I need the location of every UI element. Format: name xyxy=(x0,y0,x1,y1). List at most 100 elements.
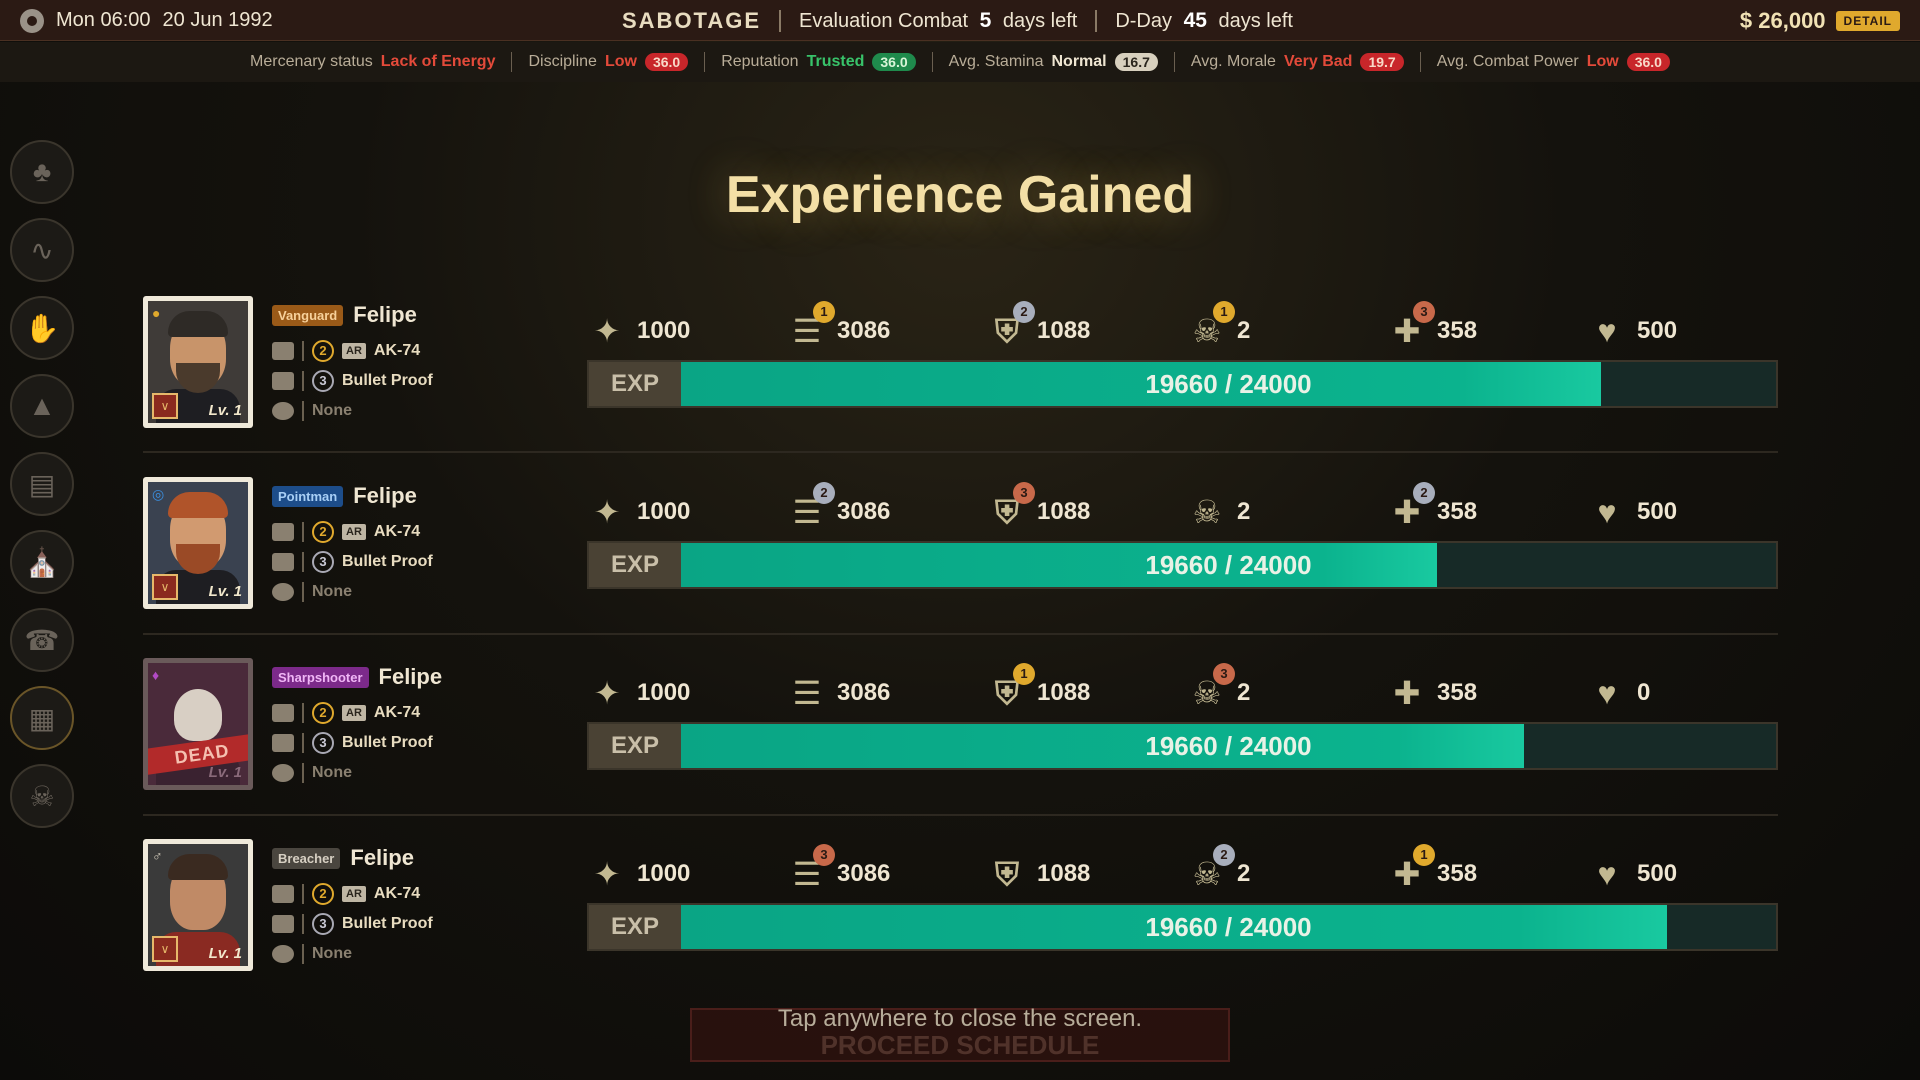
skull-crossbones-icon[interactable]: ☠ xyxy=(10,764,74,828)
crosshair-icon: ✦ xyxy=(593,856,621,892)
combat-power-status: Avg. Combat Power Low 36.0 xyxy=(1437,53,1670,71)
stamina-badge: 16.7 xyxy=(1114,53,1158,71)
bullets-icon: ☰ xyxy=(792,675,822,711)
close-hint[interactable]: Tap anywhere to close the screen. xyxy=(0,1005,1920,1033)
weapon-slot[interactable]: 2 AR AK-74 xyxy=(272,879,433,909)
stat-health: ♥ 500 xyxy=(1587,306,1678,356)
stat-defense: ⛨ 3 1088 xyxy=(987,482,1091,537)
reputation-label: Reputation xyxy=(721,53,799,70)
radio-icon[interactable]: ☎ xyxy=(10,608,74,672)
merc-stats: ✦ 1000 ☰ 1 3086 ⛨ 2 1088 ☠ 1 2 ✚ 3 358 ♥ 500 xyxy=(587,301,1778,356)
portrait-image: ♂ ∨ Lv. 1 xyxy=(148,844,248,966)
merc-row[interactable]: ♂ ∨ Lv. 1 Breacher Felipe 2 AR AK-74 3 B… xyxy=(143,839,1778,1019)
exp-bar: EXP 19660 / 24000 xyxy=(587,360,1778,408)
stat-value: 500 xyxy=(1637,498,1678,525)
merc-name: Felipe xyxy=(378,664,443,689)
merc-stats: ✦ 1000 ☰ 3 3086 ⛨ 1088 ☠ 2 2 ✚ 1 358 ♥ 500 xyxy=(587,844,1778,899)
armor-grade: 3 xyxy=(312,913,334,935)
accessory-slot[interactable]: None xyxy=(272,939,433,969)
merc-level: Lv. 1 xyxy=(208,402,242,419)
exp-bar: EXP 19660 / 24000 xyxy=(587,722,1778,770)
stat-value: 1088 xyxy=(1037,498,1091,525)
evaluation-suffix: days left xyxy=(1002,9,1078,32)
grenade-icon xyxy=(272,583,294,601)
merc-name: Felipe xyxy=(353,483,417,508)
accessory-slot[interactable]: None xyxy=(272,577,433,607)
weapon-grade: 2 xyxy=(312,883,334,905)
merc-portrait[interactable]: ● ∨ Lv. 1 xyxy=(143,296,253,428)
weapon-slot[interactable]: 2 AR AK-74 xyxy=(272,336,433,366)
stat-value: 358 xyxy=(1437,860,1478,887)
merc-row[interactable]: ◎ ∨ Lv. 1 Pointman Felipe 2 AR AK-74 3 B… xyxy=(143,477,1778,657)
dday-countdown: D-Day 45 days left xyxy=(1115,9,1293,33)
merc-portrait[interactable]: ♂ ∨ Lv. 1 xyxy=(143,839,253,971)
role-tag: Pointman xyxy=(272,485,344,507)
settings-gear-icon[interactable] xyxy=(20,8,44,33)
skull-icon: ☠ 3 xyxy=(1187,663,1235,713)
role-tag: Breacher xyxy=(272,847,341,869)
divider xyxy=(302,733,304,753)
armor-slot[interactable]: 3 Bullet Proof xyxy=(272,366,433,396)
top-bar: Mon 06:00 20 Jun 1992 SABOTAGE Evaluatio… xyxy=(0,0,1920,41)
page-title: Experience Gained xyxy=(725,166,1195,224)
medal-badge: 1 xyxy=(1413,844,1435,866)
mission-name: SABOTAGE xyxy=(622,7,762,33)
merc-stats: ✦ 1000 ☰ 3086 ⛨ 1 1088 ☠ 3 2 ✚ 358 ♥ 0 xyxy=(587,663,1778,718)
armor-slot[interactable]: 3 Bullet Proof xyxy=(272,547,433,577)
medkit-icon: ✚ 1 xyxy=(1387,844,1435,894)
handshake-icon[interactable]: ✋ xyxy=(10,296,74,360)
documents-icon[interactable]: ▦ xyxy=(10,686,74,750)
weapon-slot[interactable]: 2 AR AK-74 xyxy=(272,698,442,728)
weapon-name: AK-74 xyxy=(373,885,421,902)
stat-health: ♥ 500 xyxy=(1587,849,1678,899)
detail-button[interactable]: DETAIL xyxy=(1835,10,1900,31)
merc-row[interactable]: ● ∨ Lv. 1 Vanguard Felipe 2 AR AK-74 3 B… xyxy=(143,296,1778,476)
exp-text: 19660 / 24000 xyxy=(1145,912,1312,942)
merc-info: Sharpshooter Felipe 2 AR AK-74 3 Bullet … xyxy=(272,658,442,788)
weapon-slot[interactable]: 2 AR AK-74 xyxy=(272,517,433,547)
stamp-icon[interactable]: ▲ xyxy=(10,374,74,438)
medal-badge: 1 xyxy=(1213,301,1235,323)
medal-badge: 3 xyxy=(1013,482,1035,504)
armor-slot[interactable]: 3 Bullet Proof xyxy=(272,909,433,939)
merc-portrait[interactable]: ♦ DEAD Lv. 1 xyxy=(143,658,253,790)
divider xyxy=(302,401,304,421)
merc-row[interactable]: ♦ DEAD Lv. 1 Sharpshooter Felipe 2 AR AK… xyxy=(143,658,1778,838)
divider xyxy=(302,522,304,542)
heart-icon: ♥ xyxy=(1597,856,1617,892)
money-icon[interactable]: ▤ xyxy=(10,452,74,516)
armor-grade: 3 xyxy=(312,732,334,754)
exp-label: EXP xyxy=(589,905,681,949)
merc-level: Lv. 1 xyxy=(208,945,242,962)
accessory-slot[interactable]: None xyxy=(272,396,433,426)
weapon-grade: 2 xyxy=(312,702,334,724)
armor-slot[interactable]: 3 Bullet Proof xyxy=(272,728,442,758)
stat-value: 500 xyxy=(1637,860,1678,887)
row-divider xyxy=(143,814,1778,816)
building-icon[interactable]: ⛪ xyxy=(10,530,74,594)
stat-health: ♥ 500 xyxy=(1587,487,1678,537)
medal-badge: 3 xyxy=(813,844,835,866)
stat-value: 1088 xyxy=(1037,317,1091,344)
stat-kills: ☠ 2 2 xyxy=(1187,844,1250,899)
rank-chevron-icon: ∨ xyxy=(152,393,178,419)
medkit-icon: ✚ 2 xyxy=(1387,482,1435,532)
exp-bar: EXP 19660 / 24000 xyxy=(587,903,1778,951)
pointman-target-icon: ◎ xyxy=(152,486,165,502)
mission-info: SABOTAGE Evaluation Combat 5 days left D… xyxy=(622,0,1293,41)
merc-portrait[interactable]: ◎ ∨ Lv. 1 xyxy=(143,477,253,609)
stat-ammo: ☰ 3 3086 xyxy=(787,844,890,899)
weapon-grade: 2 xyxy=(312,340,334,362)
stat-value: 2 xyxy=(1237,679,1251,706)
stat-accuracy: ✦ 1000 xyxy=(587,487,691,537)
route-icon[interactable]: ∿ xyxy=(10,218,74,282)
accessory-slot[interactable]: None xyxy=(272,758,442,788)
mercenary-status: Mercenary status Lack of Energy xyxy=(250,53,495,71)
shield-icon: ⛨ xyxy=(994,856,1019,892)
weapon-name: AK-74 xyxy=(373,342,421,359)
merc-name-line: Breacher Felipe xyxy=(272,845,433,871)
sharpshooter-icon: ♦ xyxy=(152,667,160,683)
pistol-icon xyxy=(272,523,294,541)
role-tag: Sharpshooter xyxy=(272,666,369,688)
breacher-key-icon: ♂ xyxy=(152,848,163,864)
